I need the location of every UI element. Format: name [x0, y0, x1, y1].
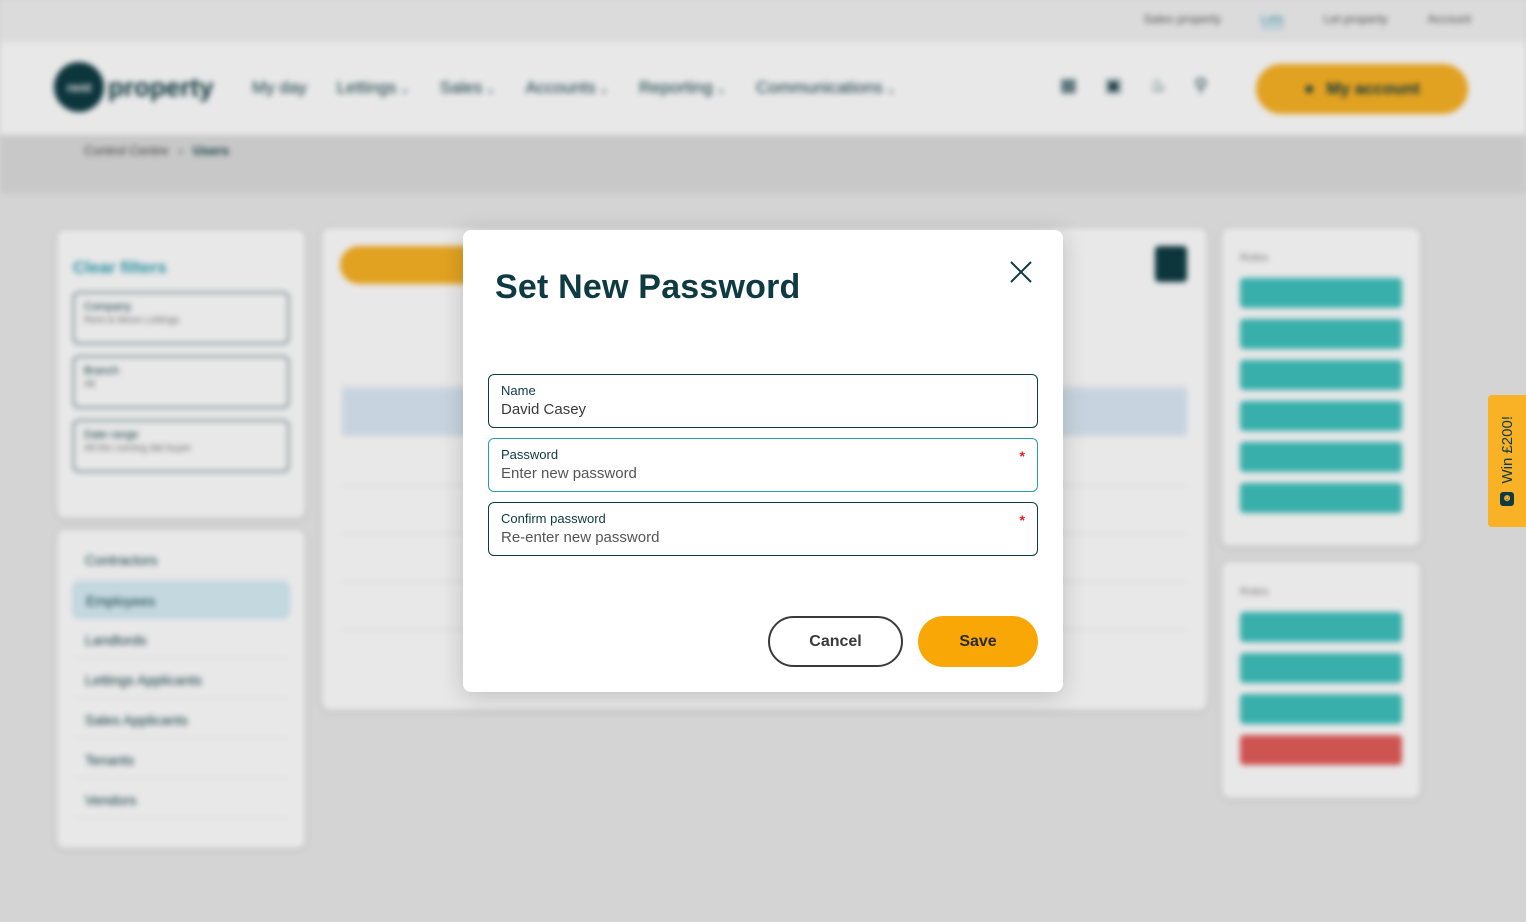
win-prize-tab[interactable]: Win £200! ☻ [1488, 395, 1526, 527]
win-prize-label: Win £200! [1498, 416, 1516, 484]
password-input[interactable] [501, 465, 1025, 482]
password-field-label: Password [501, 447, 559, 462]
cancel-button[interactable]: Cancel [768, 616, 903, 667]
set-password-dialog: Set New Password Name Password * Confirm… [463, 230, 1063, 692]
dialog-title: Set New Password [495, 268, 801, 306]
required-marker: * [1019, 448, 1025, 464]
name-field[interactable]: Name [488, 374, 1038, 428]
password-field[interactable]: Password * [488, 438, 1038, 492]
name-input[interactable] [501, 401, 1025, 418]
smile-icon: ☻ [1500, 491, 1514, 506]
confirm-password-input[interactable] [501, 529, 1025, 546]
close-button[interactable] [1003, 254, 1039, 290]
close-icon [1010, 261, 1032, 283]
save-button[interactable]: Save [918, 616, 1038, 667]
name-field-label: Name [501, 383, 536, 398]
confirm-password-field[interactable]: Confirm password * [488, 502, 1038, 556]
required-marker: * [1019, 512, 1025, 528]
confirm-password-field-label: Confirm password [501, 511, 606, 526]
